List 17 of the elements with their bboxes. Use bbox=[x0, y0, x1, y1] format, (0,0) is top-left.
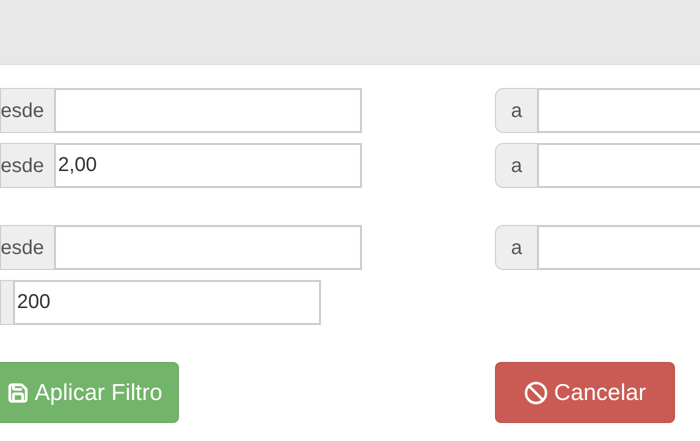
input-addon: a bbox=[495, 143, 537, 188]
input-field[interactable] bbox=[54, 225, 362, 270]
input-addon: esde bbox=[0, 143, 54, 188]
input-field[interactable] bbox=[537, 88, 700, 133]
input-field[interactable] bbox=[54, 88, 362, 133]
input-field[interactable] bbox=[537, 225, 700, 270]
input-addon: a bbox=[495, 88, 537, 133]
input-addon: esde bbox=[0, 88, 54, 133]
input-addon bbox=[0, 280, 13, 325]
save-icon bbox=[6, 382, 29, 404]
cancel-icon bbox=[524, 380, 548, 404]
input-addon: a bbox=[495, 225, 537, 270]
input-field[interactable]: 2,00 bbox=[54, 143, 362, 188]
cancel-button[interactable]: Cancelar bbox=[495, 362, 675, 423]
input-field[interactable]: 200 bbox=[13, 280, 321, 325]
input-field[interactable] bbox=[537, 143, 700, 188]
input-addon: esde bbox=[0, 225, 54, 270]
